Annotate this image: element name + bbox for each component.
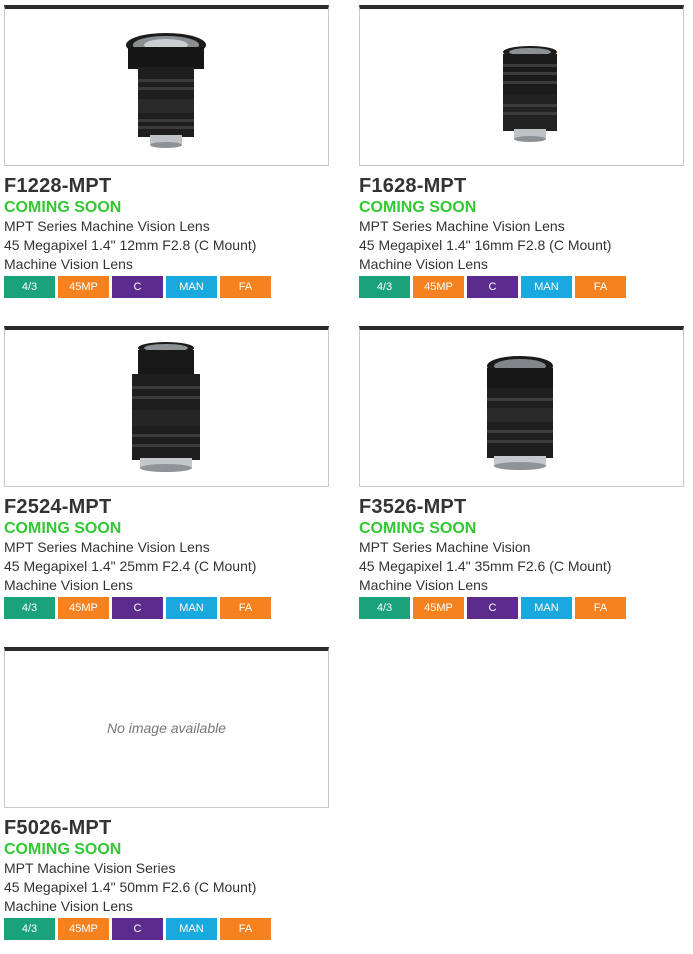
lens-photo <box>132 342 200 472</box>
product-model[interactable]: F2524-MPT <box>4 495 329 519</box>
tag-format[interactable]: 4/3 <box>4 918 55 940</box>
product-card: F2524-MPT COMING SOON MPT Series Machine… <box>4 326 329 619</box>
tag-row: 4/3 45MP C MAN FA <box>4 276 329 298</box>
tag-row: 4/3 45MP C MAN FA <box>359 276 684 298</box>
status-badge: COMING SOON <box>359 199 477 216</box>
tag-row: 4/3 45MP C MAN FA <box>4 918 329 940</box>
lens-photo <box>126 33 206 148</box>
status-badge: COMING SOON <box>4 520 122 537</box>
product-image-link[interactable]: No image available <box>4 647 329 808</box>
lens-photo <box>503 46 557 142</box>
product-model[interactable]: F1228-MPT <box>4 174 329 198</box>
tag-megapixel[interactable]: 45MP <box>58 276 109 298</box>
product-model[interactable]: F5026-MPT <box>4 816 329 840</box>
product-specs: 45 Megapixel 1.4" 50mm F2.6 (C Mount) <box>4 879 257 895</box>
tag-format[interactable]: 4/3 <box>359 276 410 298</box>
tag-focus[interactable]: MAN <box>521 276 572 298</box>
product-image-link[interactable] <box>359 5 684 166</box>
product-category: Machine Vision Lens <box>4 256 133 272</box>
tag-application[interactable]: FA <box>220 597 271 619</box>
product-image-link[interactable] <box>4 326 329 487</box>
product-card: No image available F5026-MPT COMING SOON… <box>4 647 329 940</box>
tag-focus[interactable]: MAN <box>166 276 217 298</box>
product-series: MPT Machine Vision Series <box>4 860 176 876</box>
tag-mount[interactable]: C <box>112 276 163 298</box>
tag-format[interactable]: 4/3 <box>4 276 55 298</box>
product-image-link[interactable] <box>359 326 684 487</box>
tag-megapixel[interactable]: 45MP <box>413 276 464 298</box>
tag-mount[interactable]: C <box>112 918 163 940</box>
tag-format[interactable]: 4/3 <box>4 597 55 619</box>
tag-application[interactable]: FA <box>220 276 271 298</box>
lens-photo <box>487 356 553 470</box>
product-category: Machine Vision Lens <box>4 898 133 914</box>
product-card: F1228-MPT COMING SOON MPT Series Machine… <box>4 5 329 298</box>
tag-application[interactable]: FA <box>575 597 626 619</box>
product-series: MPT Series Machine Vision <box>359 539 531 555</box>
product-model[interactable]: F1628-MPT <box>359 174 684 198</box>
product-series: MPT Series Machine Vision Lens <box>4 218 210 234</box>
tag-row: 4/3 45MP C MAN FA <box>4 597 329 619</box>
tag-mount[interactable]: C <box>467 597 518 619</box>
product-category: Machine Vision Lens <box>359 256 488 272</box>
no-image-placeholder: No image available <box>106 720 227 736</box>
status-badge: COMING SOON <box>4 199 122 216</box>
tag-mount[interactable]: C <box>112 597 163 619</box>
product-card: F1628-MPT COMING SOON MPT Series Machine… <box>359 5 684 298</box>
product-specs: 45 Megapixel 1.4" 35mm F2.6 (C Mount) <box>359 558 612 574</box>
product-category: Machine Vision Lens <box>359 577 488 593</box>
tag-row: 4/3 45MP C MAN FA <box>359 597 684 619</box>
tag-megapixel[interactable]: 45MP <box>58 918 109 940</box>
product-image-link[interactable] <box>4 5 329 166</box>
status-badge: COMING SOON <box>359 520 477 537</box>
tag-megapixel[interactable]: 45MP <box>413 597 464 619</box>
product-model[interactable]: F3526-MPT <box>359 495 684 519</box>
tag-application[interactable]: FA <box>575 276 626 298</box>
tag-focus[interactable]: MAN <box>166 597 217 619</box>
tag-mount[interactable]: C <box>467 276 518 298</box>
product-specs: 45 Megapixel 1.4" 12mm F2.8 (C Mount) <box>4 237 257 253</box>
tag-megapixel[interactable]: 45MP <box>58 597 109 619</box>
tag-format[interactable]: 4/3 <box>359 597 410 619</box>
product-category: Machine Vision Lens <box>4 577 133 593</box>
product-specs: 45 Megapixel 1.4" 25mm F2.4 (C Mount) <box>4 558 257 574</box>
tag-focus[interactable]: MAN <box>166 918 217 940</box>
product-series: MPT Series Machine Vision Lens <box>359 218 565 234</box>
tag-focus[interactable]: MAN <box>521 597 572 619</box>
product-series: MPT Series Machine Vision Lens <box>4 539 210 555</box>
tag-application[interactable]: FA <box>220 918 271 940</box>
status-badge: COMING SOON <box>4 841 122 858</box>
product-specs: 45 Megapixel 1.4" 16mm F2.8 (C Mount) <box>359 237 612 253</box>
product-card: F3526-MPT COMING SOON MPT Series Machine… <box>359 326 684 619</box>
